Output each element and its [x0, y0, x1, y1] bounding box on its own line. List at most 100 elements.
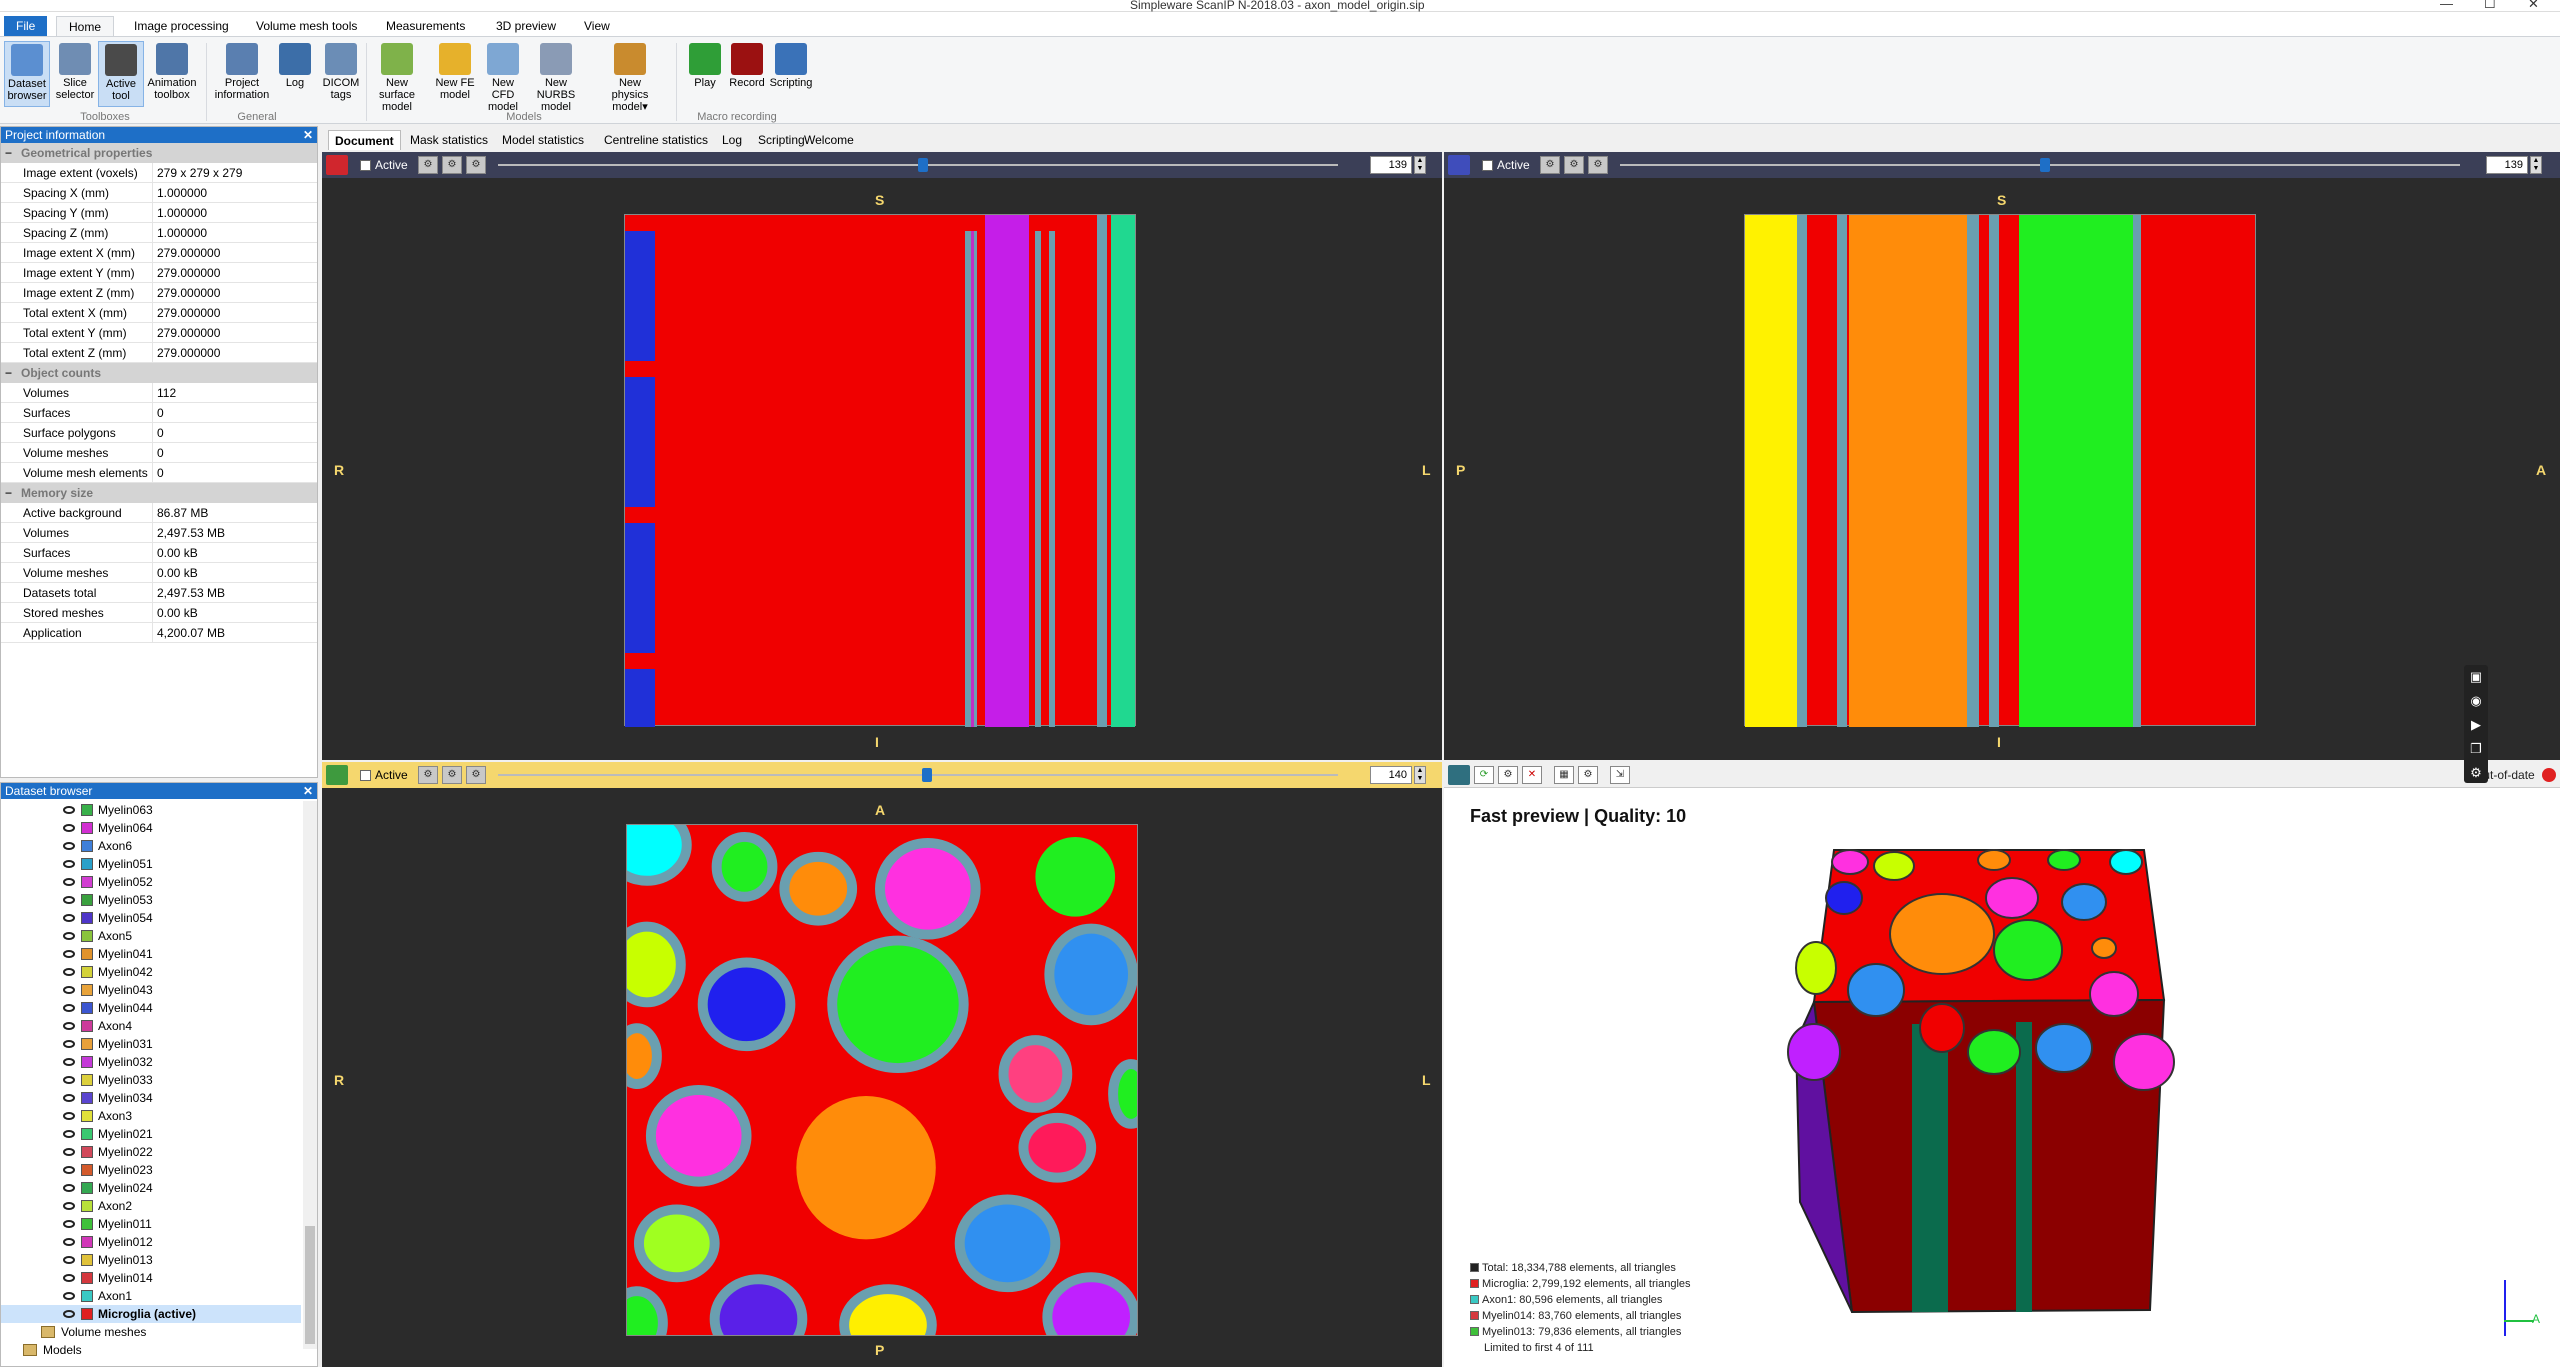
dataset-item[interactable]: Myelin011: [1, 1215, 301, 1233]
scrollbar[interactable]: [303, 801, 317, 1349]
window-icon[interactable]: ❐: [2464, 737, 2488, 761]
dataset-item[interactable]: Axon5: [1, 927, 301, 945]
view-axial[interactable]: Active ⚙ ⚙ ⚙ 140 ▲ ▼ A P R L: [322, 762, 1442, 1367]
active-tool-button[interactable]: Active tool: [98, 41, 144, 107]
dataset-item[interactable]: Microglia (active): [1, 1305, 301, 1323]
visibility-eye-icon[interactable]: [63, 1310, 75, 1318]
slider-knob[interactable]: [2040, 158, 2050, 172]
section-header[interactable]: Memory size: [1, 483, 317, 503]
dataset-item[interactable]: Axon4: [1, 1017, 301, 1035]
dataset-item[interactable]: Myelin032: [1, 1053, 301, 1071]
dicom-tags-button[interactable]: DICOM tags: [318, 41, 364, 107]
dataset-item[interactable]: Myelin024: [1, 1179, 301, 1197]
new-physics-model-button[interactable]: New physics model▾: [602, 41, 658, 113]
active-checkbox[interactable]: Active: [360, 768, 408, 782]
doc-tab[interactable]: Log: [716, 130, 748, 150]
close-icon[interactable]: ✕: [303, 783, 313, 799]
visibility-eye-icon[interactable]: [63, 1022, 75, 1030]
dataset-browser-button[interactable]: Dataset browser: [4, 41, 50, 107]
dataset-item[interactable]: Myelin064: [1, 819, 301, 837]
dataset-item[interactable]: Myelin063: [1, 801, 301, 819]
visibility-eye-icon[interactable]: [63, 1130, 75, 1138]
doc-tab[interactable]: Mask statistics: [404, 130, 494, 150]
tool-icon[interactable]: ⚙: [442, 766, 462, 784]
dataset-item[interactable]: Myelin023: [1, 1161, 301, 1179]
visibility-eye-icon[interactable]: [63, 842, 75, 850]
visibility-eye-icon[interactable]: [63, 1094, 75, 1102]
tool-icon[interactable]: ⚙: [1588, 156, 1608, 174]
visibility-eye-icon[interactable]: [63, 1292, 75, 1300]
visibility-eye-icon[interactable]: [63, 1202, 75, 1210]
visibility-eye-icon[interactable]: [63, 950, 75, 958]
tab-volume-mesh-tools[interactable]: Volume mesh tools: [244, 16, 369, 36]
slider-knob[interactable]: [922, 768, 932, 782]
active-checkbox[interactable]: Active: [360, 158, 408, 172]
new-surface-model-button[interactable]: New surface model: [374, 41, 420, 113]
visibility-eye-icon[interactable]: [63, 1274, 75, 1282]
gear-icon[interactable]: ⚙: [2464, 761, 2488, 785]
tab-home[interactable]: Home: [56, 16, 115, 36]
new-fe-model-button[interactable]: New FE model: [432, 41, 478, 107]
slice-number-input[interactable]: 139: [1370, 156, 1412, 174]
visibility-eye-icon[interactable]: [63, 1076, 75, 1084]
tool-icon[interactable]: ⚙: [442, 156, 462, 174]
tab-file[interactable]: File: [4, 16, 48, 36]
dataset-item[interactable]: Myelin013: [1, 1251, 301, 1269]
doc-tab[interactable]: Welcome: [798, 130, 860, 150]
play-button[interactable]: Play: [682, 41, 728, 107]
maximize-view-icon[interactable]: [326, 155, 348, 175]
visibility-eye-icon[interactable]: [63, 1184, 75, 1192]
active-checkbox[interactable]: Active: [1482, 158, 1530, 172]
doc-tab[interactable]: Document: [328, 130, 401, 150]
visibility-eye-icon[interactable]: [63, 860, 75, 868]
visibility-eye-icon[interactable]: [63, 1256, 75, 1264]
volume-meshes-node[interactable]: Volume meshes: [1, 1323, 301, 1341]
tool-icon[interactable]: ⚙: [1564, 156, 1584, 174]
slice-spin-button[interactable]: ▲ ▼: [2530, 156, 2542, 174]
dataset-item[interactable]: Myelin021: [1, 1125, 301, 1143]
layers-icon[interactable]: ▦: [1554, 766, 1574, 784]
visibility-eye-icon[interactable]: [63, 1004, 75, 1012]
dataset-item[interactable]: Axon3: [1, 1107, 301, 1125]
record-button[interactable]: Record: [724, 41, 770, 107]
visibility-eye-icon[interactable]: [63, 824, 75, 832]
visibility-eye-icon[interactable]: [63, 1112, 75, 1120]
visibility-eye-icon[interactable]: [63, 878, 75, 886]
dataset-item[interactable]: Myelin031: [1, 1035, 301, 1053]
export-icon[interactable]: ⇲: [1610, 766, 1630, 784]
models-node[interactable]: Models: [1, 1341, 301, 1359]
maximize-button[interactable]: ☐: [2484, 0, 2496, 12]
visibility-eye-icon[interactable]: [63, 932, 75, 940]
dataset-item[interactable]: Myelin041: [1, 945, 301, 963]
maximize-view-icon[interactable]: [1448, 155, 1470, 175]
tab-view[interactable]: View: [572, 16, 622, 36]
visibility-eye-icon[interactable]: [63, 1148, 75, 1156]
minimize-button[interactable]: —: [2440, 0, 2453, 11]
maximize-view-icon[interactable]: [326, 765, 348, 785]
doc-tab[interactable]: Model statistics: [496, 130, 590, 150]
close-icon[interactable]: ✕: [303, 127, 313, 143]
scripting-button[interactable]: Scripting: [768, 41, 814, 107]
animation-toolbox-button[interactable]: Animation toolbox: [144, 41, 200, 107]
slice-number-input[interactable]: 139: [2486, 156, 2528, 174]
scrollbar-thumb[interactable]: [305, 1226, 315, 1344]
delete-icon[interactable]: ✕: [1522, 766, 1542, 784]
dataset-item[interactable]: Myelin042: [1, 963, 301, 981]
dataset-item[interactable]: Myelin043: [1, 981, 301, 999]
view-3d-preview[interactable]: ⟳ ⚙ ✕ ▦ ⚙ ⇲ Out-of-date Fast preview | Q…: [1444, 762, 2560, 1367]
new-nurbs-model-button[interactable]: New NURBS model: [528, 41, 584, 113]
slice-spin-button[interactable]: ▲ ▼: [1414, 766, 1426, 784]
visibility-eye-icon[interactable]: [63, 1058, 75, 1066]
dataset-item[interactable]: Axon6: [1, 837, 301, 855]
slider-knob[interactable]: [918, 158, 928, 172]
tool-icon[interactable]: ⚙: [466, 766, 486, 784]
tool-icon[interactable]: ⚙: [418, 156, 438, 174]
tab-3d-preview[interactable]: 3D preview: [484, 16, 568, 36]
dataset-item[interactable]: Myelin014: [1, 1269, 301, 1287]
tab-image-processing[interactable]: Image processing: [122, 16, 241, 36]
tool-icon[interactable]: ⚙: [1540, 156, 1560, 174]
section-header[interactable]: Object counts: [1, 363, 317, 383]
refresh-icon[interactable]: ⟳: [1474, 766, 1494, 784]
visibility-eye-icon[interactable]: [63, 1040, 75, 1048]
dataset-item[interactable]: Myelin012: [1, 1233, 301, 1251]
